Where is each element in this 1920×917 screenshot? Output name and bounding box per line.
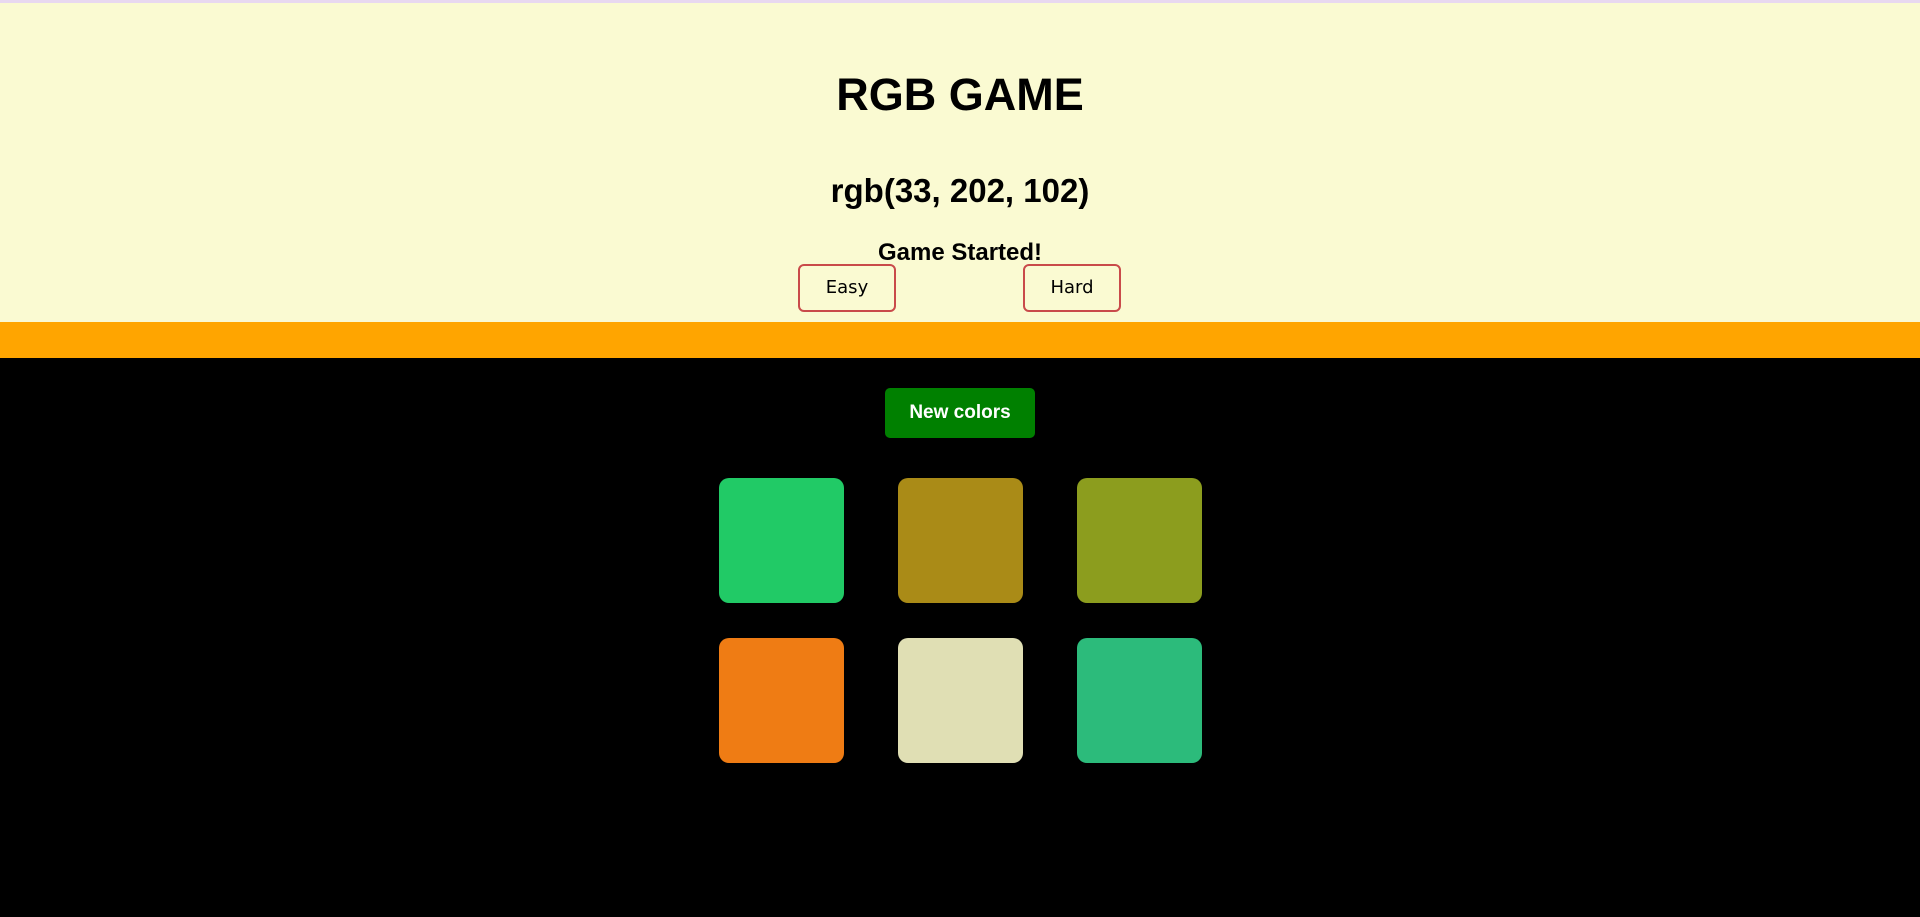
target-rgb-value: rgb(33, 202, 102) (830, 172, 1090, 209)
easy-mode-button[interactable]: Easy (798, 264, 896, 312)
color-square-6[interactable] (1077, 638, 1202, 763)
game-header: RGB GAME rgb(33, 202, 102) Game Started! (0, 3, 1920, 322)
color-square-5[interactable] (898, 638, 1023, 763)
game-status-message: Game Started! (877, 239, 1043, 266)
color-square-2[interactable] (898, 478, 1023, 603)
hard-mode-button[interactable]: Hard (1023, 264, 1121, 312)
orange-divider-stripe (0, 322, 1920, 358)
color-square-4[interactable] (719, 638, 844, 763)
game-title: RGB GAME (836, 69, 1084, 120)
color-square-3[interactable] (1077, 478, 1202, 603)
color-square-1[interactable] (719, 478, 844, 603)
new-colors-button[interactable]: New colors (885, 388, 1035, 438)
